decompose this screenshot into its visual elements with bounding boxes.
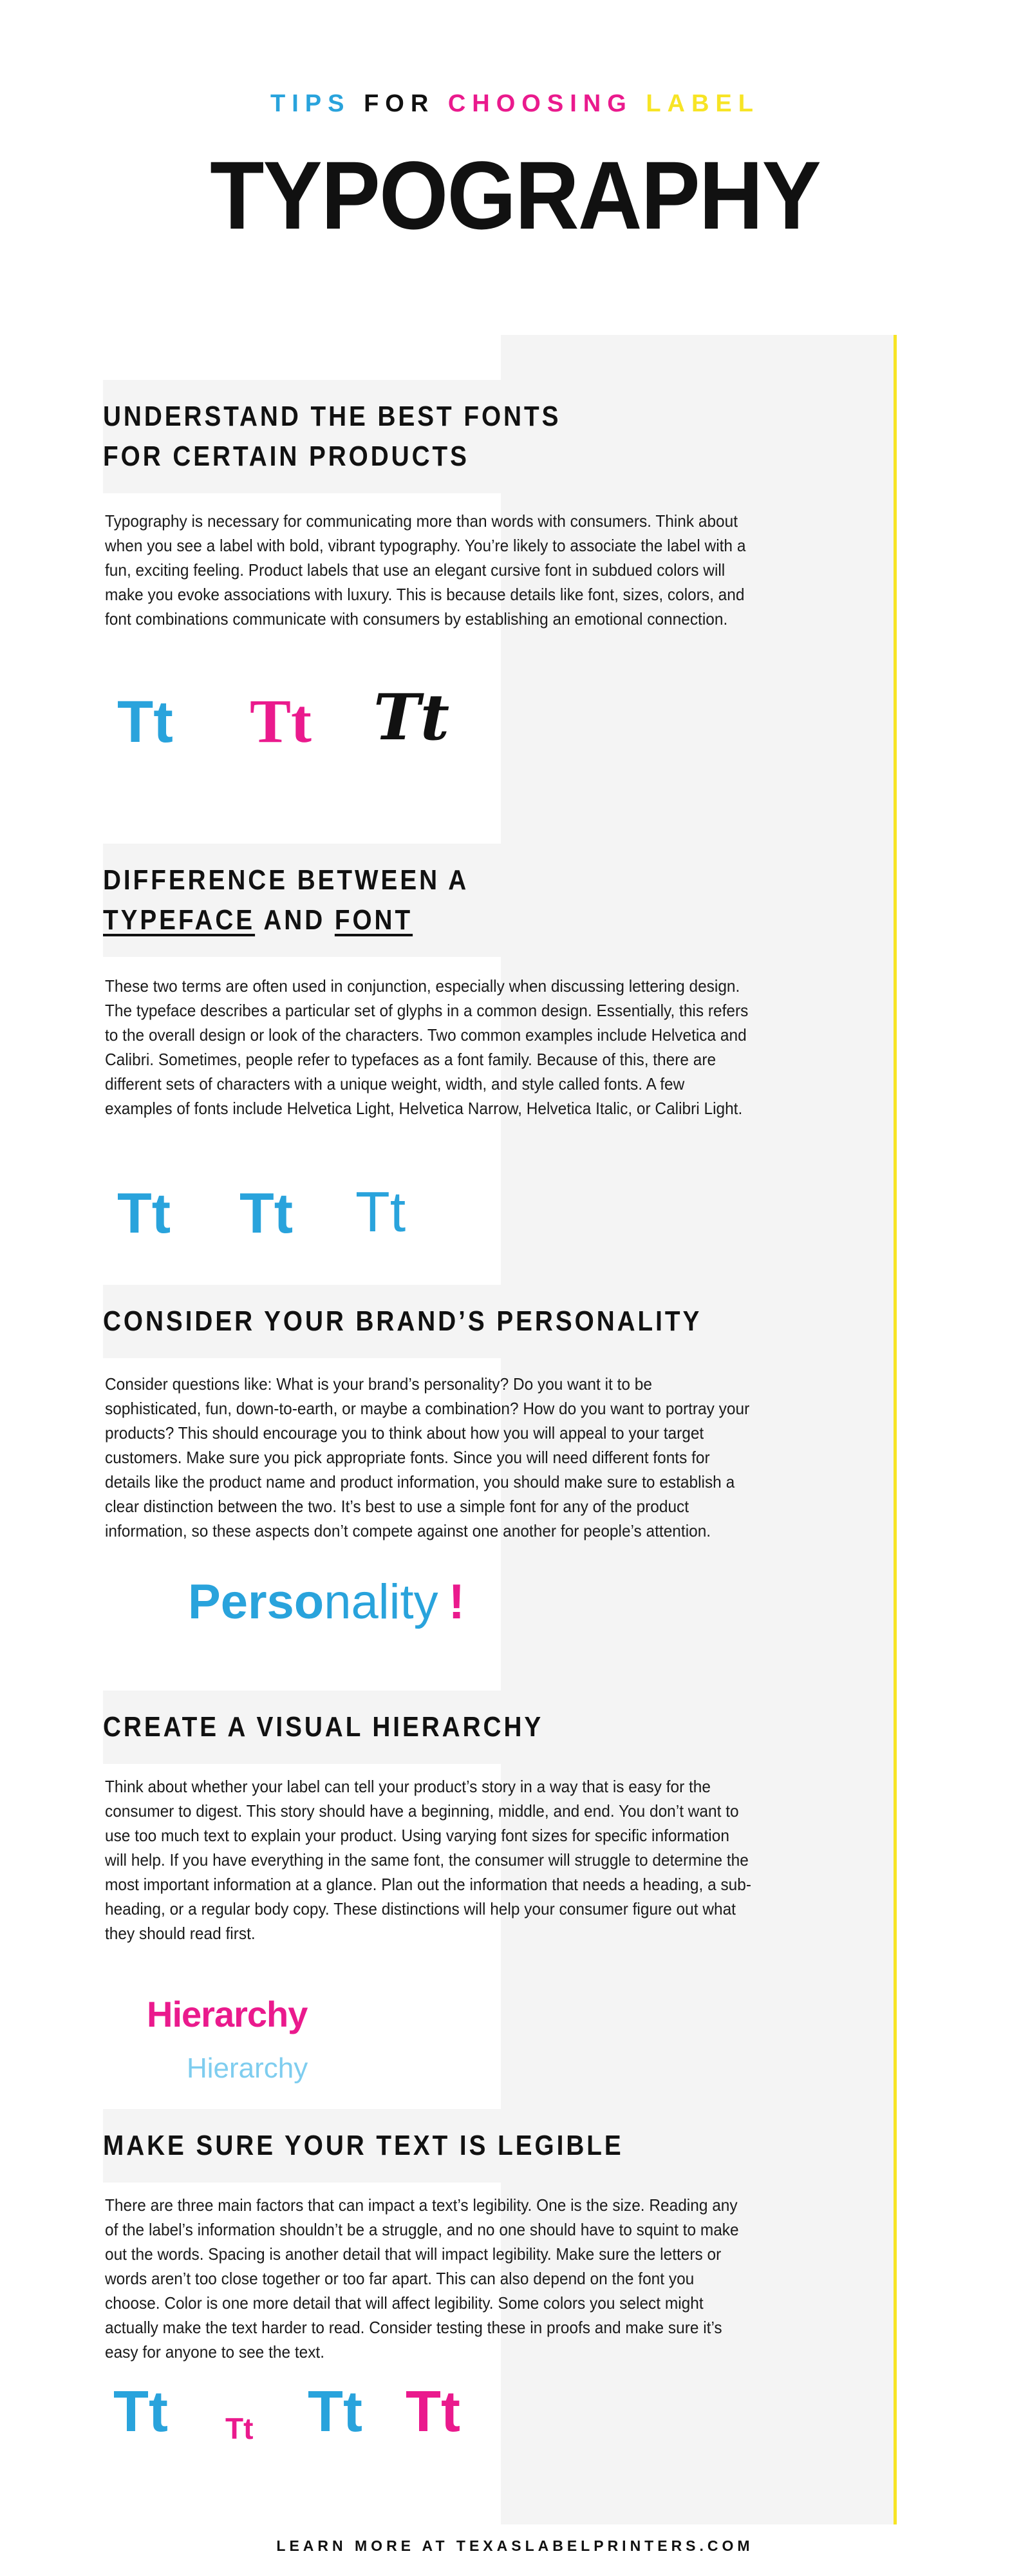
section-2-heading-font: FONT bbox=[334, 904, 413, 936]
section-4-heading: CREATE A VISUAL HIERARCHY bbox=[103, 1711, 544, 1743]
section-4-sample-primary: Hierarchy bbox=[147, 1994, 308, 2034]
kicker-word-choosing: CHOOSING bbox=[447, 90, 633, 117]
section-2-heading-box: DIFFERENCE BETWEEN A TYPEFACE AND FONT bbox=[103, 844, 515, 957]
section-1-heading-line-2: FOR CERTAIN PRODUCTS bbox=[103, 440, 469, 472]
kicker-word-tips: TIPS bbox=[270, 90, 351, 117]
section-5-sample-3: Tt bbox=[308, 2380, 362, 2444]
section-1-sample-3: Tt bbox=[373, 681, 450, 755]
section-3-body: Consider questions like: What is your br… bbox=[105, 1374, 750, 1540]
section-3-heading: CONSIDER YOUR BRAND’S PERSONALITY bbox=[103, 1305, 702, 1337]
section-1-sample-1: Tt bbox=[117, 689, 173, 755]
footer-cta: LEARN MORE AT TEXASLABELPRINTERS.COM bbox=[276, 2537, 754, 2554]
section-5-sample-1: Tt bbox=[113, 2380, 168, 2444]
section-5-sample-2: Tt bbox=[225, 2412, 254, 2445]
section-2-body: These two terms are often used in conjun… bbox=[105, 976, 749, 1118]
section-1-sample-2: Tt bbox=[250, 687, 312, 755]
section-5-heading-box: MAKE SURE YOUR TEXT IS LEGIBLE bbox=[103, 2109, 715, 2183]
kicker-word-label: LABEL bbox=[646, 90, 760, 117]
section-2-heading-and: AND bbox=[263, 904, 326, 936]
section-2-sample-2: Tt bbox=[239, 1181, 294, 1245]
page-title: TYPOGRAPHY bbox=[210, 141, 821, 249]
sample-personality-bold: Perso bbox=[188, 1575, 324, 1629]
section-3-sample-personality: Personality! bbox=[188, 1578, 465, 1627]
sample-personality-exclamation: ! bbox=[448, 1575, 465, 1629]
section-1-heading-box: UNDERSTAND THE BEST FONTS FOR CERTAIN PR… bbox=[103, 380, 566, 493]
section-2-sample-3: Tt bbox=[355, 1180, 406, 1244]
section-5-sample-4: Tt bbox=[406, 2380, 460, 2444]
header-kicker: TIPS FOR CHOOSING LABEL bbox=[0, 90, 1030, 118]
section-1-body: Typography is necessary for communicatin… bbox=[105, 511, 746, 629]
section-4-heading-box: CREATE A VISUAL HIERARCHY bbox=[103, 1690, 631, 1764]
section-2-heading-typeface: TYPEFACE bbox=[103, 904, 256, 936]
section-3-heading-box: CONSIDER YOUR BRAND’S PERSONALITY bbox=[103, 1285, 747, 1358]
section-1-heading-line-1: UNDERSTAND THE BEST FONTS bbox=[103, 401, 561, 432]
section-2-heading-line-1: DIFFERENCE BETWEEN A bbox=[103, 864, 469, 896]
section-4-sample-secondary: Hierarchy bbox=[187, 2052, 308, 2084]
section-2-heading-line-2: TYPEFACE AND FONT bbox=[103, 900, 449, 940]
section-5-body: There are three main factors that can im… bbox=[105, 2195, 739, 2362]
section-2-sample-1: Tt bbox=[117, 1181, 171, 1245]
sample-personality-light: nality bbox=[324, 1575, 438, 1629]
kicker-word-for: FOR bbox=[364, 90, 435, 117]
infographic-page: TIPS FOR CHOOSING LABEL TYPOGRAPHY UNDER… bbox=[0, 0, 1030, 2576]
section-5-heading: MAKE SURE YOUR TEXT IS LEGIBLE bbox=[103, 2130, 624, 2161]
section-4-body: Think about whether your label can tell … bbox=[105, 1777, 752, 1943]
yellow-accent-stripe bbox=[894, 335, 897, 2524]
